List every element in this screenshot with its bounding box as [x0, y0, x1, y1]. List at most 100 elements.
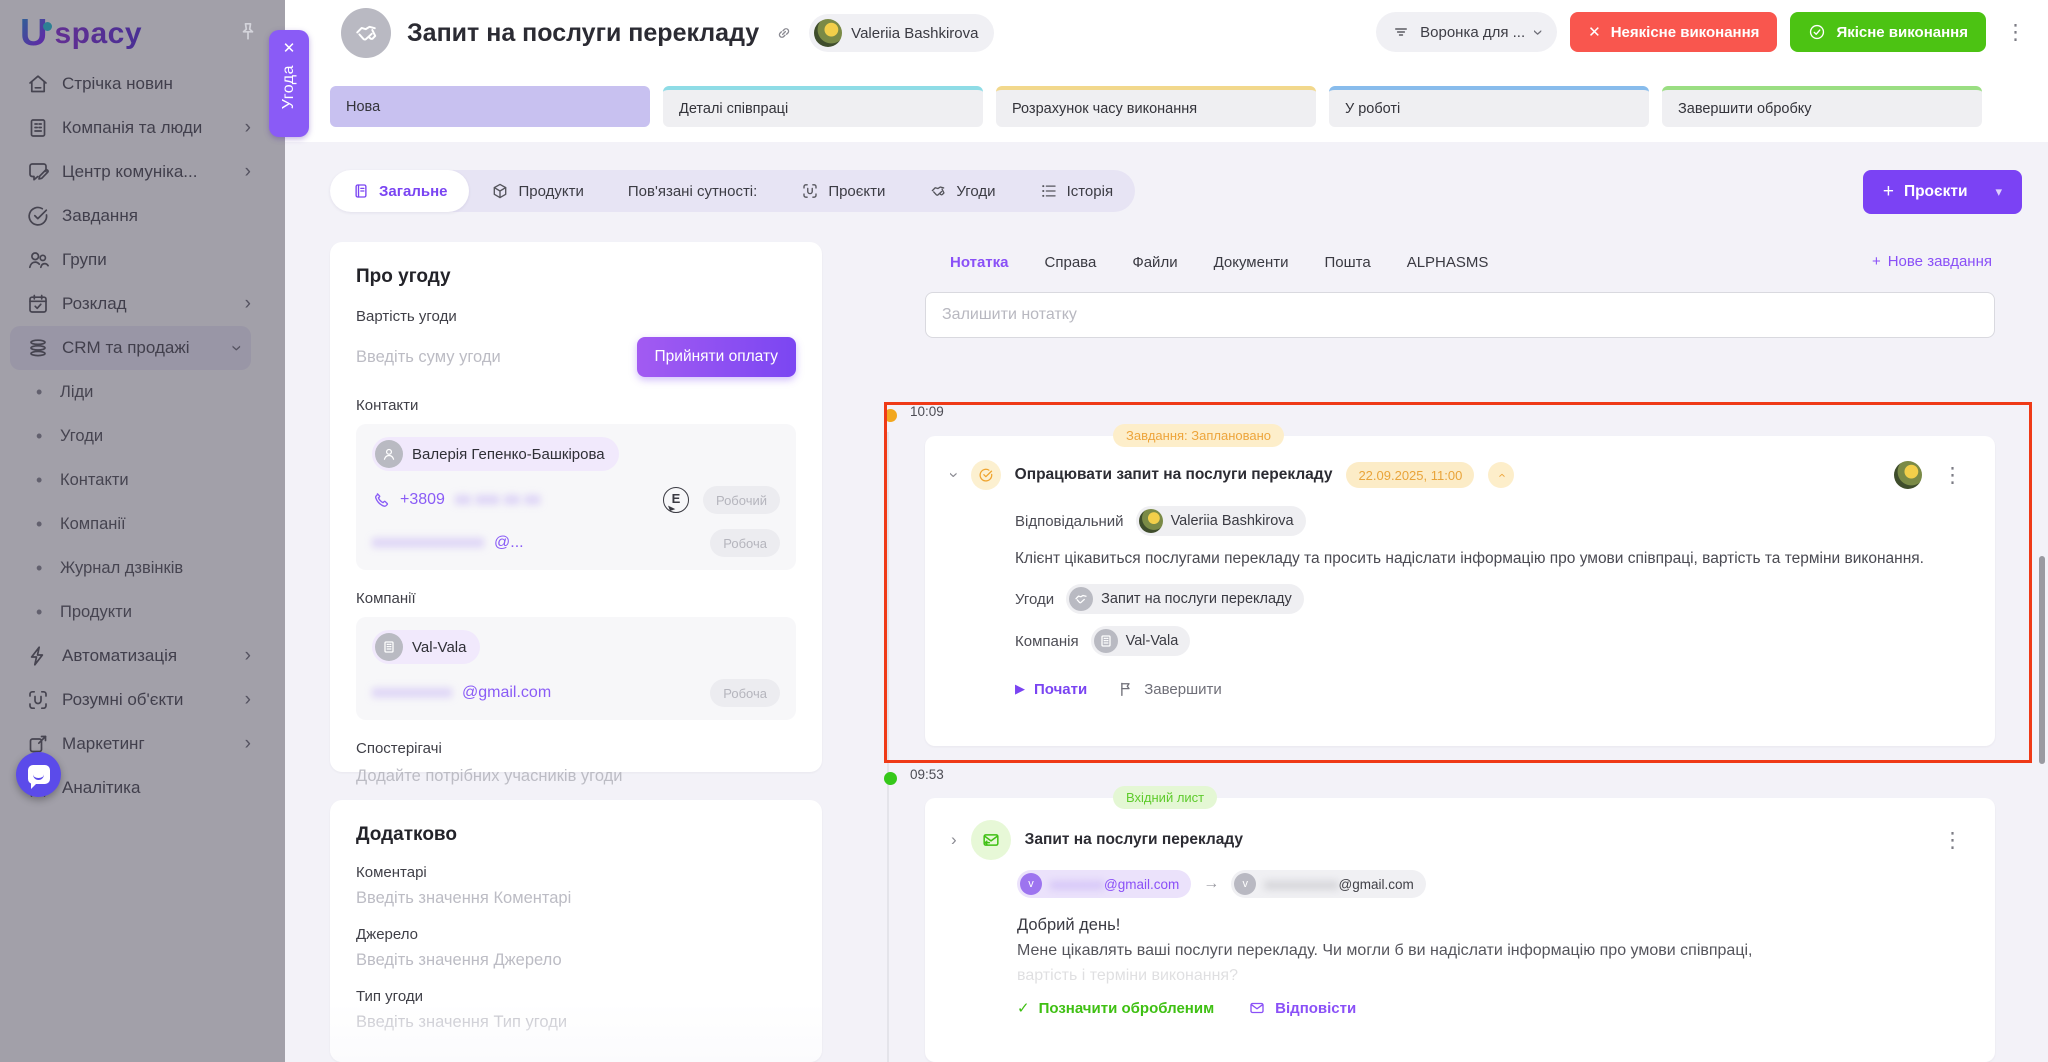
task-deal-chip[interactable]: Запит на послуги перекладу [1066, 584, 1304, 614]
activity-tab-alphasms[interactable]: ALPHASMS [1407, 254, 1489, 271]
email-from-chip[interactable]: v xxxxxxxx@gmail.com [1017, 870, 1191, 898]
additional-title: Додатково [356, 824, 796, 846]
activity-tab-documents[interactable]: Документи [1214, 254, 1289, 271]
check-icon: ✓ [1017, 999, 1030, 1017]
finish-task-button[interactable]: Завершити [1117, 680, 1222, 698]
responsible-name: Valeriia Bashkirova [1171, 513, 1294, 529]
amount-input[interactable]: Введіть суму угоди [356, 348, 501, 367]
field-input-deal-type[interactable]: Введіть значення Тип угоди [356, 1013, 796, 1032]
accept-payment-label: Прийняти оплату [655, 348, 778, 366]
activity-tab-mail[interactable]: Пошта [1325, 254, 1371, 271]
avatar [814, 19, 842, 47]
email-greeting: Добрий день! [1017, 916, 1969, 935]
about-deal-title: Про угоду [356, 266, 796, 288]
collapse-up-button[interactable]: › [1488, 462, 1514, 488]
task-deal-ref: Запит на послуги перекладу [1101, 591, 1292, 607]
list-icon [1040, 182, 1058, 200]
uspacy-crm-screen: U spacy Стрічка новин Компанія та люди ›… [0, 0, 2048, 1062]
tab-label: Пов'язані сутності: [628, 183, 757, 200]
x-icon: ✕ [1588, 23, 1601, 41]
contact-phone-link[interactable]: +3809xx xxx xx xx [372, 491, 540, 509]
mark-processed-button[interactable]: ✓ Позначити обробленим [1017, 999, 1214, 1017]
pin-icon[interactable] [236, 20, 260, 44]
scrollbar-thumb[interactable] [2039, 556, 2045, 764]
add-project-button[interactable]: + Проєкти ▾ [1863, 170, 2022, 214]
fail-execution-button[interactable]: ✕ Неякісне виконання [1570, 12, 1777, 52]
tab-deals[interactable]: Угоди [907, 170, 1017, 212]
building-icon [1098, 633, 1114, 649]
main-panel: Запит на послуги перекладу Valeriia Bash… [285, 0, 2048, 1062]
tab-products[interactable]: Продукти [469, 170, 605, 212]
responsible-label: Відповідальний [1015, 513, 1124, 530]
add-project-label: Проєкти [1904, 183, 1968, 201]
accept-payment-button[interactable]: Прийняти оплату [637, 337, 796, 377]
tab-related-entities[interactable]: Пов'язані сутності: [606, 170, 779, 212]
new-task-label: Нове завдання [1888, 253, 1992, 270]
expand-chevron-icon[interactable]: › [951, 830, 957, 850]
link-icon[interactable] [775, 24, 793, 42]
contact-chip[interactable]: Валерія Гепенко-Башкірова [372, 437, 619, 471]
from-masked: xxxxxxxx [1050, 877, 1104, 892]
deal-avatar [1069, 587, 1093, 611]
stage-in-progress[interactable]: У роботі [1329, 86, 1649, 127]
task-company-chip[interactable]: Val-Vala [1091, 626, 1191, 656]
responsible-chip[interactable]: Valeriia Bashkirova [1136, 506, 1306, 536]
stage-label: У роботі [1345, 101, 1400, 117]
close-icon[interactable]: ✕ [283, 39, 296, 57]
stage-time-estimation[interactable]: Розрахунок часу виконання [996, 86, 1316, 127]
handshake-icon [929, 182, 947, 200]
company-email-link[interactable]: xxxxxxxxxx@gmail.com [372, 684, 551, 702]
stage-label: Нова [346, 99, 380, 115]
field-input-comments[interactable]: Введіть значення Коментарі [356, 889, 796, 908]
sidebar-dim-overlay [0, 0, 285, 1062]
reply-button[interactable]: Відповісти [1248, 999, 1356, 1017]
plus-icon: + [1872, 253, 1881, 270]
task-title[interactable]: Опрацювати запит на послуги перекладу [1015, 466, 1333, 484]
finish-label: Завершити [1144, 681, 1222, 698]
task-description: Клієнт цікавиться послугами перекладу та… [951, 550, 1969, 568]
timeline-dot-email [884, 772, 897, 785]
success-execution-button[interactable]: Якісне виконання [1790, 12, 1986, 52]
field-label-source: Джерело [356, 926, 796, 943]
field-input-source[interactable]: Введіть значення Джерело [356, 951, 796, 970]
start-task-button[interactable]: ▶ Почати [1015, 681, 1087, 698]
amount-label: Вартість угоди [356, 308, 796, 325]
support-chat-widget-button[interactable] [16, 752, 61, 797]
more-menu-icon[interactable]: ⋮ [1999, 18, 2032, 47]
flag-icon [1117, 680, 1135, 698]
contact-email-link[interactable]: xxxxxxxxxxxxxx@... [372, 534, 524, 552]
stage-new[interactable]: Нова [330, 86, 650, 127]
email-to-chip[interactable]: v xxxxxxxxxxx@gmail.com [1231, 870, 1425, 898]
note-input[interactable] [925, 292, 1995, 338]
about-deal-card: Про угоду Вартість угоди Введіть суму уг… [330, 242, 822, 772]
messenger-icon[interactable]: E [663, 487, 689, 513]
tab-projects[interactable]: Проєкти [779, 170, 907, 212]
activity-tab-note[interactable]: Нотатка [950, 254, 1009, 271]
collapse-chevron-icon[interactable]: › [944, 472, 964, 478]
task-company-ref: Val-Vala [1126, 633, 1179, 649]
topbar: Запит на послуги перекладу Valeriia Bash… [285, 0, 2048, 142]
owner-chip[interactable]: Valeriia Bashkirova [809, 14, 994, 52]
tab-history[interactable]: Історія [1018, 170, 1136, 212]
observers-input[interactable]: Додайте потрібних учасників угоди [356, 767, 796, 786]
email-title[interactable]: Запит на послуги перекладу [1025, 831, 1243, 849]
company-email-visible: @gmail.com [462, 684, 551, 702]
chat-bubble-icon [28, 765, 50, 784]
phone-masked-digits: xx xxx xx xx [455, 491, 540, 509]
tab-general[interactable]: Загальне [330, 170, 469, 212]
avatar [1139, 509, 1163, 533]
company-chip[interactable]: Val-Vala [372, 630, 480, 664]
phone-icon [372, 491, 390, 509]
new-task-button[interactable]: + Нове завдання [1872, 253, 1992, 270]
additional-card: Додатково Коментарі Введіть значення Ком… [330, 800, 822, 1062]
check-circle-icon [1808, 23, 1826, 41]
email-menu-icon[interactable]: ⋮ [1936, 826, 1969, 855]
stage-finish-processing[interactable]: Завершити обробку [1662, 86, 1982, 127]
deal-slideover-tab[interactable]: ✕ Угода [269, 30, 309, 137]
task-menu-icon[interactable]: ⋮ [1936, 461, 1969, 490]
activity-tab-case[interactable]: Справа [1045, 254, 1097, 271]
company-box: Val-Vala xxxxxxxxxx@gmail.com Робоча [356, 617, 796, 720]
stage-cooperation-details[interactable]: Деталі співпраці [663, 86, 983, 127]
activity-tab-files[interactable]: Файли [1132, 254, 1177, 271]
funnel-selector[interactable]: Воронка для ... › [1376, 12, 1557, 52]
